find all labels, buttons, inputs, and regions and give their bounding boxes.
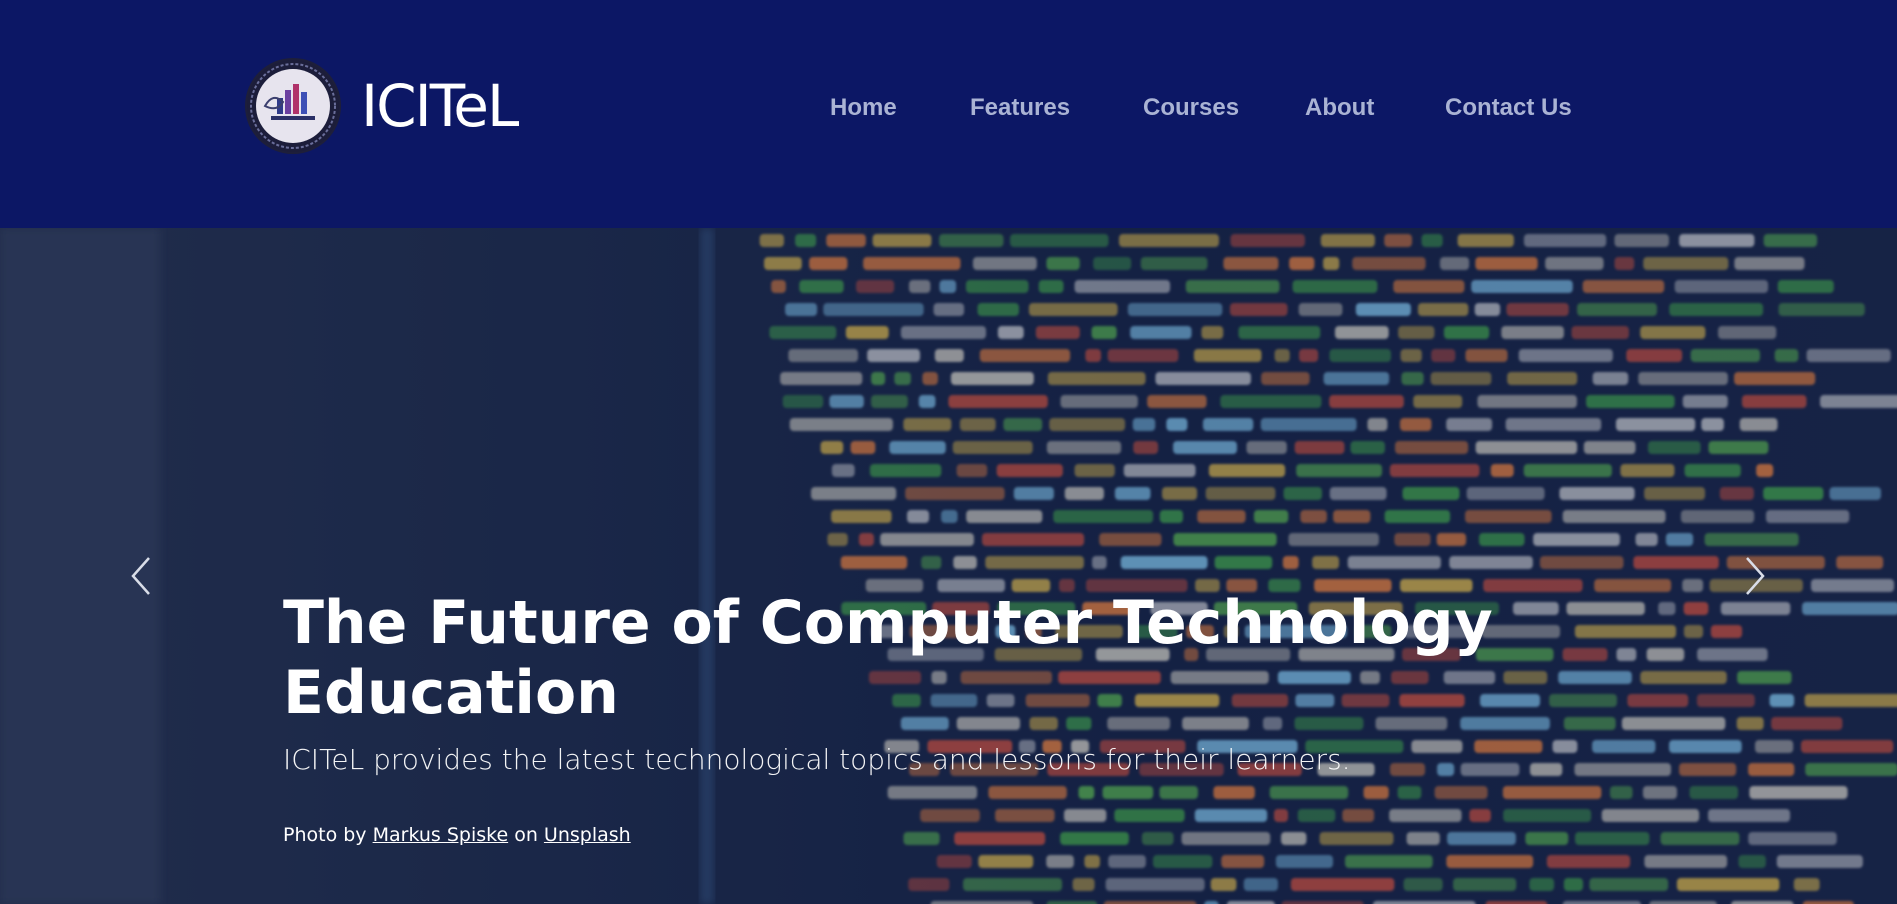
credit-author-link[interactable]: Markus Spiske	[373, 824, 509, 846]
carousel-prev-button[interactable]	[123, 548, 159, 604]
nav-about[interactable]: About	[1305, 88, 1374, 128]
chevron-left-icon	[131, 557, 150, 595]
hero-overlay	[0, 228, 1897, 904]
nav-contact-us[interactable]: Contact Us	[1445, 88, 1572, 128]
credit-middle: on	[514, 824, 538, 846]
photo-credit: Photo by Markus Spiske on Unsplash	[283, 824, 631, 846]
carousel-next-button[interactable]	[1737, 548, 1773, 604]
hero-carousel: The Future of Computer Technology Educat…	[0, 228, 1897, 904]
credit-prefix: Photo by	[283, 824, 367, 846]
top-navbar: ICITeL Home Features Courses About Conta…	[0, 0, 1897, 228]
hero-title-line-1: The Future of Computer Technology	[283, 588, 1493, 658]
hero-title: The Future of Computer Technology Educat…	[283, 588, 1583, 728]
nav-courses[interactable]: Courses	[1143, 88, 1239, 128]
hero-title-line-2: Education	[283, 658, 619, 728]
nav-features[interactable]: Features	[970, 88, 1070, 128]
main-nav: Home Features Courses About Contact Us	[0, 88, 1897, 128]
hero-subtitle: ICITeL provides the latest technological…	[283, 743, 1351, 776]
credit-source-link[interactable]: Unsplash	[544, 824, 631, 846]
chevron-right-icon	[1746, 557, 1765, 595]
nav-home[interactable]: Home	[830, 88, 897, 128]
